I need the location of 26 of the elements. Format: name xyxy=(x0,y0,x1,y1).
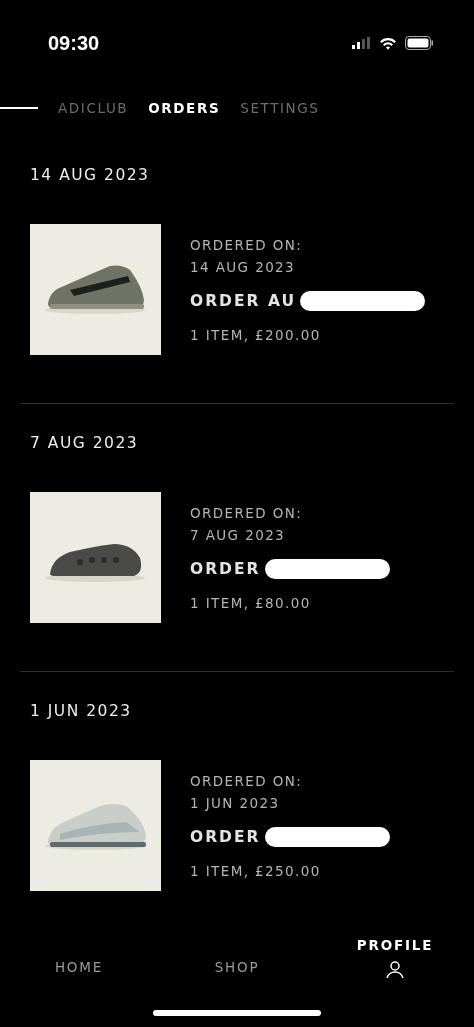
order-date: 7 AUG 2023 xyxy=(190,525,287,545)
order-date-heading: 14 AUG 2023 xyxy=(30,166,150,184)
tab[interactable]: ORDERS xyxy=(148,97,221,119)
wifi-icon xyxy=(379,36,397,50)
clock-time: 09:30 xyxy=(48,31,100,56)
order-date: 1 JUN 2023 xyxy=(190,793,281,813)
nav-tab[interactable]: HOME xyxy=(19,935,139,978)
order-summary: 1 ITEM, £80.00 xyxy=(190,593,312,613)
order-summary: 1 ITEM, £250.00 xyxy=(190,861,322,881)
tab[interactable]: ADICLUB xyxy=(58,97,129,119)
order-number: ORDER xyxy=(190,558,261,580)
ordered-on-label: ORDERED ON: xyxy=(190,771,304,791)
order-date-heading: 7 AUG 2023 xyxy=(30,434,139,452)
order-date: 14 AUG 2023 xyxy=(190,257,297,277)
nav-tab[interactable]: PROFILE xyxy=(335,935,455,980)
nav-tab[interactable]: SHOP xyxy=(177,935,297,978)
profile-icon xyxy=(385,961,405,980)
battery-icon xyxy=(405,36,434,50)
order-number: ORDER AU xyxy=(190,290,296,312)
order-summary: 1 ITEM, £200.00 xyxy=(190,325,322,345)
tab[interactable]: SETTINGS xyxy=(240,97,320,119)
ordered-on-label: ORDERED ON: xyxy=(190,235,304,255)
order-date-heading: 1 JUN 2023 xyxy=(30,702,132,720)
order-number: ORDER xyxy=(190,826,261,848)
ordered-on-label: ORDERED ON: xyxy=(190,503,304,523)
signal-icon xyxy=(352,37,371,49)
